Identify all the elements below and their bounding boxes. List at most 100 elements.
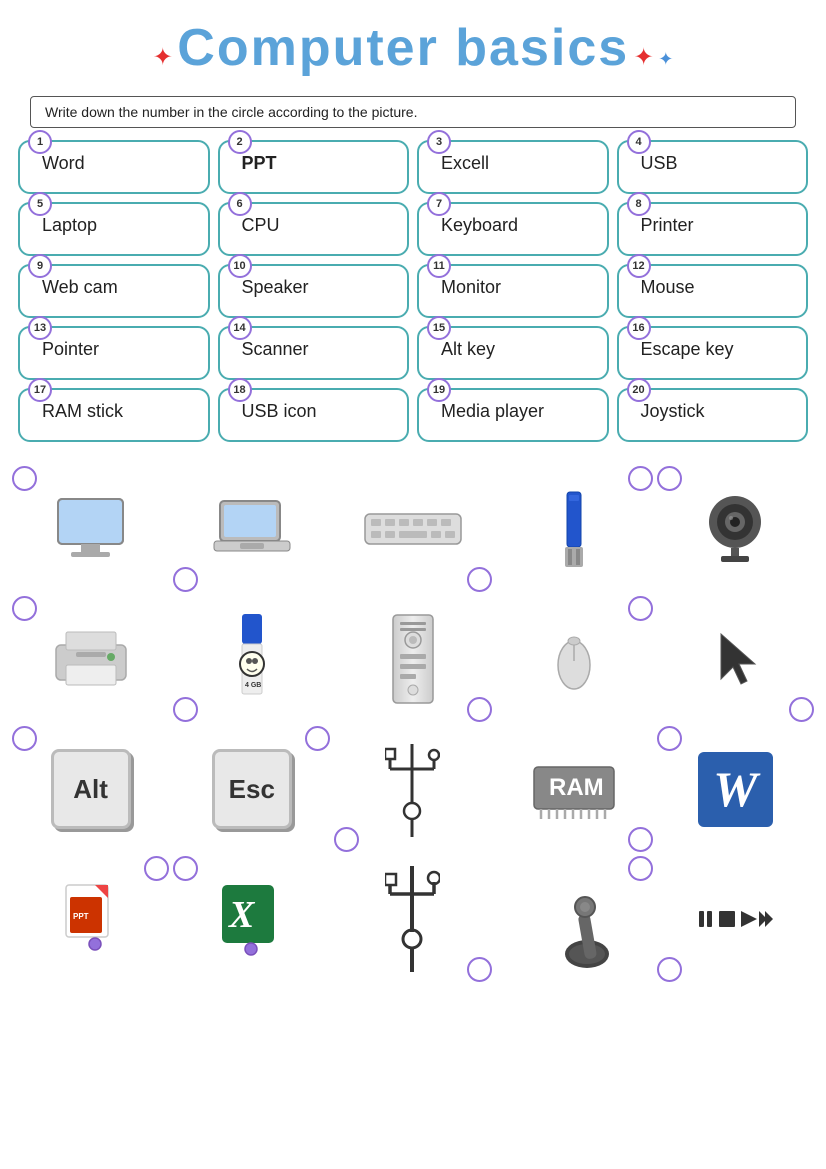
- label-cell-11: 11Monitor: [417, 264, 609, 318]
- answer-circle-esc[interactable]: [305, 726, 330, 751]
- esc-key-display: Esc: [212, 749, 292, 829]
- label-name-9: Web cam: [42, 276, 198, 299]
- page-title: Computer basics: [177, 19, 629, 77]
- answer-circle-printer[interactable]: [12, 596, 37, 621]
- answer-circle-ram[interactable]: [628, 827, 653, 852]
- label-name-11: Monitor: [441, 276, 597, 299]
- answer-circle-usb-icon[interactable]: [334, 827, 359, 852]
- answer-circle-pointer[interactable]: [789, 697, 814, 722]
- image-alt-key: Alt: [10, 724, 171, 854]
- laptop-svg: [212, 499, 292, 559]
- word-w-letter: W: [713, 760, 757, 818]
- answer-circle-ppt[interactable]: [144, 856, 169, 881]
- answer-circle-joystick[interactable]: [628, 856, 653, 881]
- answer-circle-word[interactable]: [657, 726, 682, 751]
- star-deco-3: ✦: [658, 49, 673, 69]
- num-badge-13: 13: [28, 316, 52, 340]
- image-esc-key: Esc: [171, 724, 332, 854]
- usb-symbol-svg: [385, 739, 440, 839]
- image-ram-usb: 4 GB: [171, 594, 332, 724]
- answer-circle-usb[interactable]: [628, 466, 653, 491]
- image-webcam: [655, 464, 816, 594]
- image-usb-symbol2: [332, 854, 493, 984]
- image-cpu: [332, 594, 493, 724]
- num-badge-18: 18: [228, 378, 252, 402]
- svg-text:4 GB: 4 GB: [245, 682, 261, 689]
- label-cell-8: 8Printer: [617, 202, 809, 256]
- images-section: 4 GB: [0, 456, 826, 984]
- label-name-15: Alt key: [441, 338, 597, 361]
- num-badge-2: 2: [228, 130, 252, 154]
- ram-usb-svg: 4 GB: [232, 614, 272, 704]
- label-name-13: Pointer: [42, 338, 198, 361]
- num-badge-5: 5: [28, 192, 52, 216]
- keyboard-svg: [363, 509, 463, 549]
- answer-circle-monitor[interactable]: [12, 466, 37, 491]
- cpu-svg: [388, 612, 438, 707]
- num-badge-8: 8: [627, 192, 651, 216]
- label-cell-20: 20Joystick: [617, 388, 809, 442]
- label-cell-4: 4USB: [617, 140, 809, 194]
- label-name-1: Word: [42, 152, 198, 175]
- label-name-4: USB: [641, 152, 797, 175]
- label-name-20: Joystick: [641, 400, 797, 423]
- label-cell-2: 2PPT: [218, 140, 410, 194]
- image-laptop: [171, 464, 332, 594]
- svg-text:X: X: [228, 894, 256, 936]
- label-cell-17: 17RAM stick: [18, 388, 210, 442]
- svg-text:RAM: RAM: [549, 774, 604, 801]
- word-icon-display: W: [698, 752, 773, 827]
- label-cell-10: 10Speaker: [218, 264, 410, 318]
- image-usb-stick: [494, 464, 655, 594]
- image-usb-symbol: [332, 724, 493, 854]
- answer-circle-cpu[interactable]: [467, 697, 492, 722]
- image-ppt-icon: PPT: [10, 854, 171, 984]
- answer-circle-webcam[interactable]: [657, 466, 682, 491]
- ppt-svg: PPT: [63, 882, 118, 957]
- num-badge-20: 20: [627, 378, 651, 402]
- label-name-6: CPU: [242, 214, 398, 237]
- answer-circle-usb2[interactable]: [467, 957, 492, 982]
- image-media-player: [655, 854, 816, 984]
- image-printer: [10, 594, 171, 724]
- images-layout: 4 GB: [10, 464, 816, 984]
- label-cell-15: 15Alt key: [417, 326, 609, 380]
- svg-text:PPT: PPT: [73, 912, 89, 921]
- label-name-16: Escape key: [641, 338, 797, 361]
- alt-key-display: Alt: [51, 749, 131, 829]
- answer-circle-alt[interactable]: [12, 726, 37, 751]
- title-area: ✦ Computer basics ✦ ✦: [0, 0, 826, 88]
- star-deco-2: ✦: [634, 44, 654, 71]
- label-grid: 1Word2PPT3Excell4USB5Laptop6CPU7Keyboard…: [0, 140, 826, 442]
- answer-circle-media[interactable]: [657, 957, 682, 982]
- ram-chip-svg: RAM: [529, 757, 619, 822]
- image-excel-icon: X: [171, 854, 332, 984]
- answer-circle-keyboard[interactable]: [467, 567, 492, 592]
- label-cell-9: 9Web cam: [18, 264, 210, 318]
- answer-circle-laptop[interactable]: [173, 567, 198, 592]
- image-mouse: [494, 594, 655, 724]
- instruction-box: Write down the number in the circle acco…: [30, 96, 796, 128]
- label-name-8: Printer: [641, 214, 797, 237]
- num-badge-6: 6: [228, 192, 252, 216]
- mouse-svg: [554, 627, 594, 692]
- image-joystick: [494, 854, 655, 984]
- num-badge-7: 7: [427, 192, 451, 216]
- answer-circle-excel[interactable]: [173, 856, 198, 881]
- num-badge-16: 16: [627, 316, 651, 340]
- label-name-7: Keyboard: [441, 214, 597, 237]
- label-name-17: RAM stick: [42, 400, 198, 423]
- monitor-svg: [53, 497, 128, 562]
- label-cell-1: 1Word: [18, 140, 210, 194]
- answer-circle-ram-usb[interactable]: [173, 697, 198, 722]
- label-cell-18: 18USB icon: [218, 388, 410, 442]
- label-name-2: PPT: [242, 152, 398, 175]
- media-controls-svg: [695, 904, 775, 934]
- answer-circle-mouse[interactable]: [628, 596, 653, 621]
- joystick-svg: [537, 869, 612, 969]
- num-badge-4: 4: [627, 130, 651, 154]
- label-cell-3: 3Excell: [417, 140, 609, 194]
- num-badge-12: 12: [627, 254, 651, 278]
- num-badge-15: 15: [427, 316, 451, 340]
- star-deco-1: ✦: [153, 44, 173, 71]
